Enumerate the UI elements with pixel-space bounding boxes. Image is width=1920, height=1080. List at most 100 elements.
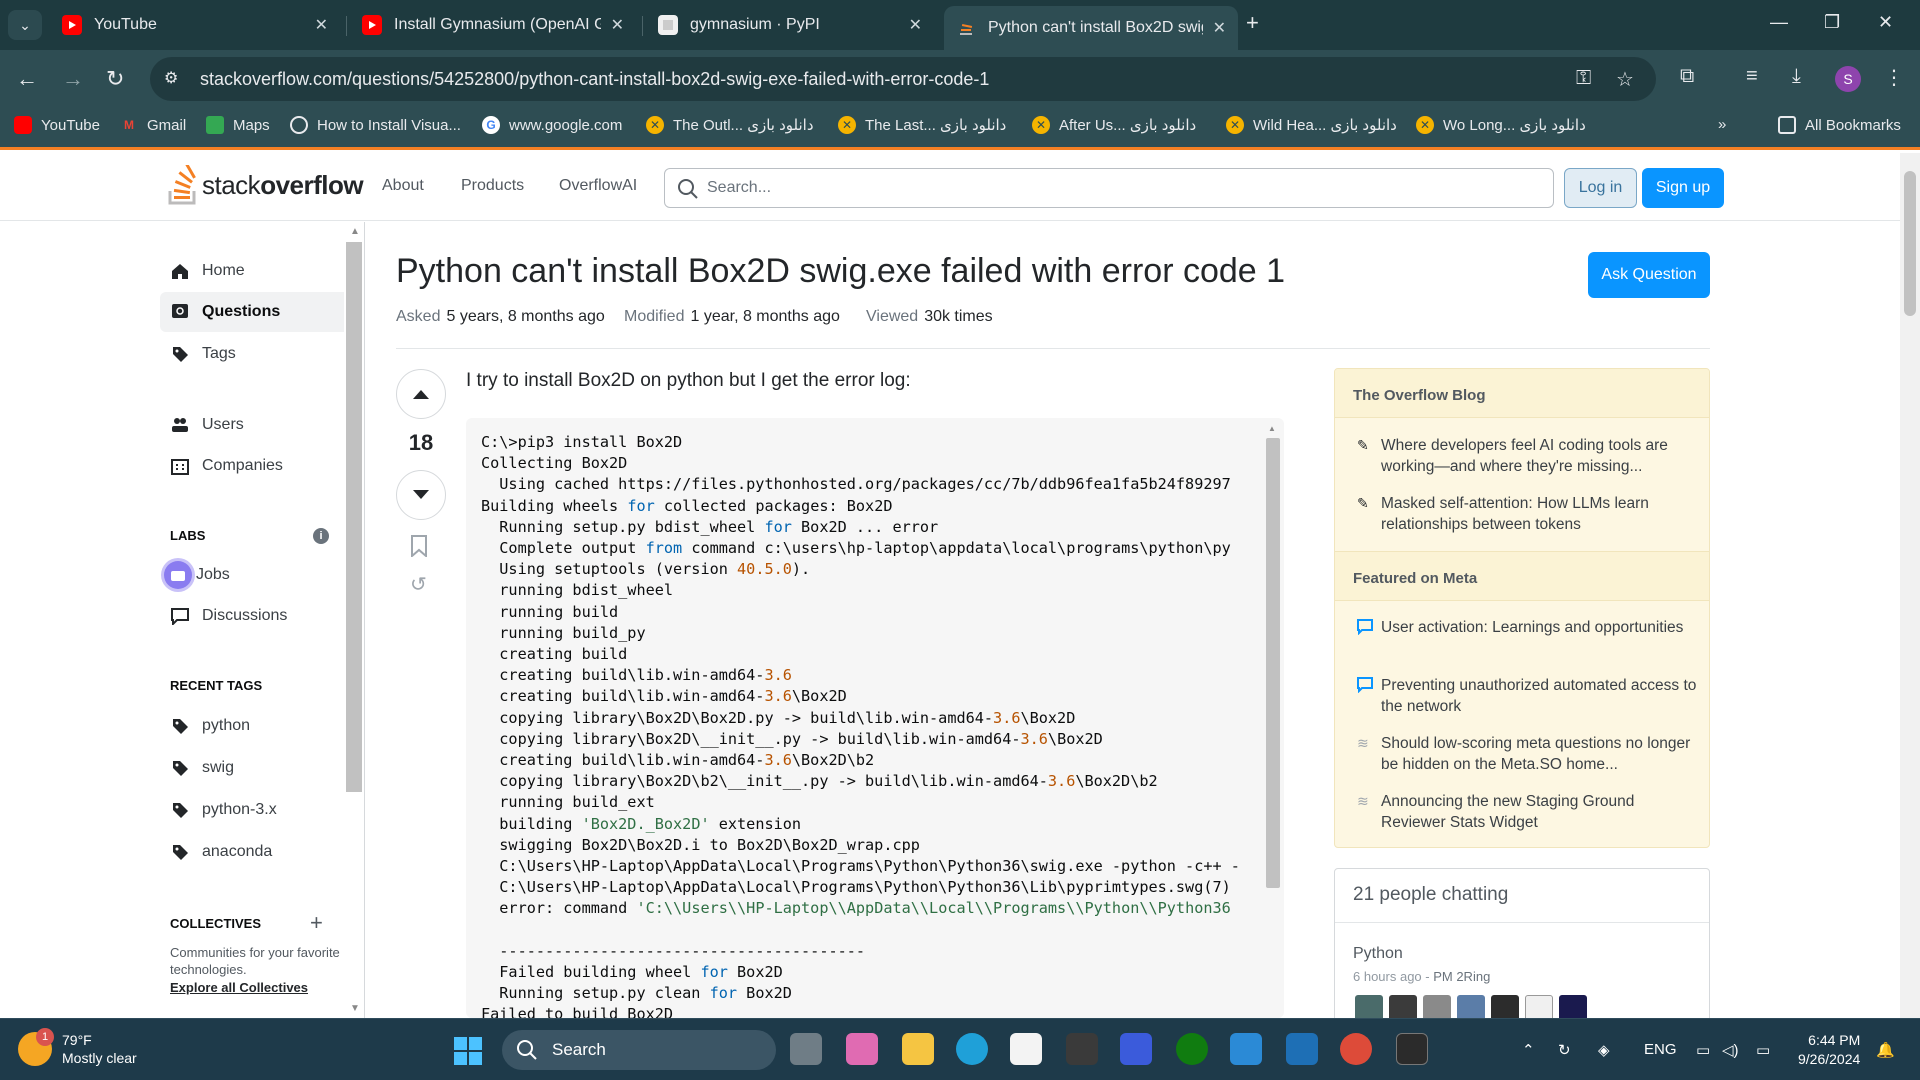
site-search-input[interactable]: Search... xyxy=(664,168,1554,208)
sidebar-item-discussions[interactable]: Discussions xyxy=(160,596,344,636)
nav-overflowai[interactable]: OverflowAI xyxy=(559,177,637,195)
nav-products[interactable]: Products xyxy=(461,177,524,195)
system-clock[interactable]: 6:44 PM 9/26/2024 xyxy=(1798,1031,1860,1069)
bookmark-after-us[interactable]: ✕ After Us... دانلود بازی xyxy=(1032,116,1196,134)
recent-tag-python-3x[interactable]: python-3.x xyxy=(160,790,344,830)
chat-user[interactable]: PM 2Ring xyxy=(1433,969,1490,984)
file-explorer-icon[interactable] xyxy=(902,1033,934,1065)
bookmark-wild-hea[interactable]: ✕ Wild Hea... دانلود بازی xyxy=(1226,116,1397,134)
menu-kebab-icon[interactable]: ⋮ xyxy=(1884,65,1904,90)
more-bookmarks-chevron-icon[interactable]: » xyxy=(1718,116,1726,133)
ask-question-button[interactable]: Ask Question xyxy=(1588,252,1710,298)
reload-icon[interactable]: ↻ xyxy=(106,66,124,92)
info-icon[interactable]: i xyxy=(313,528,329,544)
terminal-icon[interactable] xyxy=(1396,1033,1428,1065)
close-tab-icon[interactable]: ✕ xyxy=(315,15,328,35)
close-tab-icon[interactable]: ✕ xyxy=(1213,18,1226,38)
sidebar-item-users[interactable]: Users xyxy=(160,405,344,445)
profile-avatar[interactable]: S xyxy=(1835,66,1861,92)
bookmark-maps[interactable]: Maps xyxy=(206,116,270,134)
forward-icon[interactable]: → xyxy=(62,66,84,92)
close-window-icon[interactable]: ✕ xyxy=(1878,12,1893,33)
sync-icon[interactable]: ↻ xyxy=(1558,1041,1571,1059)
bookmark-the-last[interactable]: ✕ The Last... دانلود بازی xyxy=(838,116,1006,134)
add-collective-plus-icon[interactable]: + xyxy=(310,910,323,936)
nav-about[interactable]: About xyxy=(382,177,424,195)
sidebar-scrollbar[interactable] xyxy=(346,242,362,792)
downvote-button[interactable] xyxy=(396,470,446,520)
tab-install-gymnasium[interactable]: Install Gymnasium (OpenAI Gym ✕ xyxy=(350,8,636,42)
sidebar-scroll-down-icon[interactable]: ▼ xyxy=(350,1003,360,1014)
taskbar-search[interactable]: Search xyxy=(502,1030,776,1070)
sidebar-item-tags[interactable]: Tags xyxy=(160,334,344,374)
meta-item-1[interactable]: User activation: Learnings and opportuni… xyxy=(1381,617,1697,638)
recent-tag-python[interactable]: python xyxy=(160,706,344,746)
page-scrollbar-thumb[interactable] xyxy=(1904,171,1916,316)
battery-icon[interactable]: ▭ xyxy=(1756,1041,1770,1059)
network-icon[interactable]: ◈ xyxy=(1598,1041,1610,1059)
chrome-icon[interactable] xyxy=(1340,1033,1372,1065)
code-scroll-up-icon[interactable]: ▲ xyxy=(1268,424,1276,433)
asked-value[interactable]: 5 years, 8 months ago xyxy=(446,308,604,325)
stackoverflow-logo[interactable]: stackoverflow xyxy=(168,163,364,205)
meta-item-2[interactable]: Preventing unauthorized automated access… xyxy=(1381,675,1697,717)
bookmark-gmail[interactable]: M Gmail xyxy=(120,116,186,134)
blog-item-2[interactable]: Masked self-attention: How LLMs learn re… xyxy=(1381,493,1697,535)
microsoft-store-icon[interactable] xyxy=(1010,1033,1042,1065)
sidebar-scroll-up-icon[interactable]: ▲ xyxy=(350,226,360,237)
sidebar-item-jobs[interactable]: Jobs xyxy=(160,555,344,595)
edge-icon[interactable] xyxy=(956,1033,988,1065)
login-button[interactable]: Log in xyxy=(1564,168,1637,208)
restore-icon[interactable]: ❐ xyxy=(1824,12,1840,33)
media-controls-icon[interactable]: ≡ xyxy=(1746,65,1758,88)
password-key-icon[interactable]: ⚿ xyxy=(1576,67,1591,90)
display-icon[interactable]: ▭ xyxy=(1696,1041,1710,1059)
sidebar-item-companies[interactable]: Companies xyxy=(160,446,344,486)
volume-icon[interactable]: ◁) xyxy=(1722,1041,1739,1059)
tab-stackoverflow-active[interactable]: Python can't install Box2D swig ✕ xyxy=(944,6,1238,50)
language-indicator[interactable]: ENG xyxy=(1644,1041,1677,1058)
tab-youtube[interactable]: YouTube ✕ xyxy=(50,8,340,42)
vpn-icon[interactable] xyxy=(1230,1033,1262,1065)
weather-widget[interactable]: 1 79°F Mostly clear xyxy=(18,1028,137,1067)
visual-studio-icon[interactable] xyxy=(1120,1033,1152,1065)
xbox-icon[interactable] xyxy=(1176,1033,1208,1065)
all-bookmarks[interactable]: All Bookmarks xyxy=(1778,116,1901,134)
sidebar-item-home[interactable]: Home xyxy=(160,251,344,291)
close-tab-icon[interactable]: ✕ xyxy=(909,15,922,35)
sidebar-item-questions[interactable]: Questions xyxy=(160,292,344,332)
history-icon[interactable]: ↺ xyxy=(410,572,427,597)
address-bar[interactable]: ⚙ stackoverflow.com/questions/54252800/p… xyxy=(150,57,1656,101)
url-text[interactable]: stackoverflow.com/questions/54252800/pyt… xyxy=(200,69,989,90)
chat-room-link[interactable]: Python xyxy=(1353,945,1403,963)
bookmark-youtube[interactable]: YouTube xyxy=(14,116,100,134)
upvote-button[interactable] xyxy=(396,369,446,419)
task-view-icon[interactable] xyxy=(790,1033,822,1065)
page-scrollbar[interactable] xyxy=(1900,153,1920,1018)
start-button[interactable] xyxy=(454,1037,482,1065)
meta-item-4[interactable]: Announcing the new Staging Ground Review… xyxy=(1381,791,1697,833)
site-info-icon[interactable]: ⚙ xyxy=(164,68,186,90)
recent-tag-anaconda[interactable]: anaconda xyxy=(160,832,344,872)
error-log-code-block[interactable]: C:\>pip3 install Box2D Collecting Box2D … xyxy=(466,418,1284,1018)
chat-heading[interactable]: 21 people chatting xyxy=(1335,869,1709,923)
tab-search-button[interactable]: ⌄ xyxy=(8,10,42,40)
bookmark-wo-long[interactable]: ✕ Wo Long... دانلود بازی xyxy=(1416,116,1586,134)
blog-item-1[interactable]: Where developers feel AI coding tools ar… xyxy=(1381,435,1697,477)
bookmark-star-icon[interactable]: ☆ xyxy=(1616,67,1634,92)
tab-gymnasium-pypi[interactable]: gymnasium · PyPI ✕ xyxy=(646,8,934,42)
recent-tag-swig[interactable]: swig xyxy=(160,748,344,788)
unity-icon[interactable] xyxy=(1066,1033,1098,1065)
bookmark-the-outl[interactable]: ✕ The Outl... دانلود بازی xyxy=(646,116,814,134)
notifications-bell-icon[interactable]: 🔔 xyxy=(1876,1041,1895,1059)
question-title[interactable]: Python can't install Box2D swig.exe fail… xyxy=(396,252,1285,291)
vs-code-icon[interactable] xyxy=(1286,1033,1318,1065)
modified-value[interactable]: 1 year, 8 months ago xyxy=(690,308,839,325)
new-tab-button[interactable]: + xyxy=(1246,10,1259,36)
extensions-icon[interactable]: ⧉ xyxy=(1680,65,1694,88)
back-icon[interactable]: ← xyxy=(16,66,38,92)
close-tab-icon[interactable]: ✕ xyxy=(611,15,624,35)
tray-chevron-icon[interactable]: ⌃ xyxy=(1522,1041,1535,1059)
minimize-icon[interactable]: — xyxy=(1770,12,1788,33)
downloads-icon[interactable]: ⤓ xyxy=(1792,65,1801,88)
